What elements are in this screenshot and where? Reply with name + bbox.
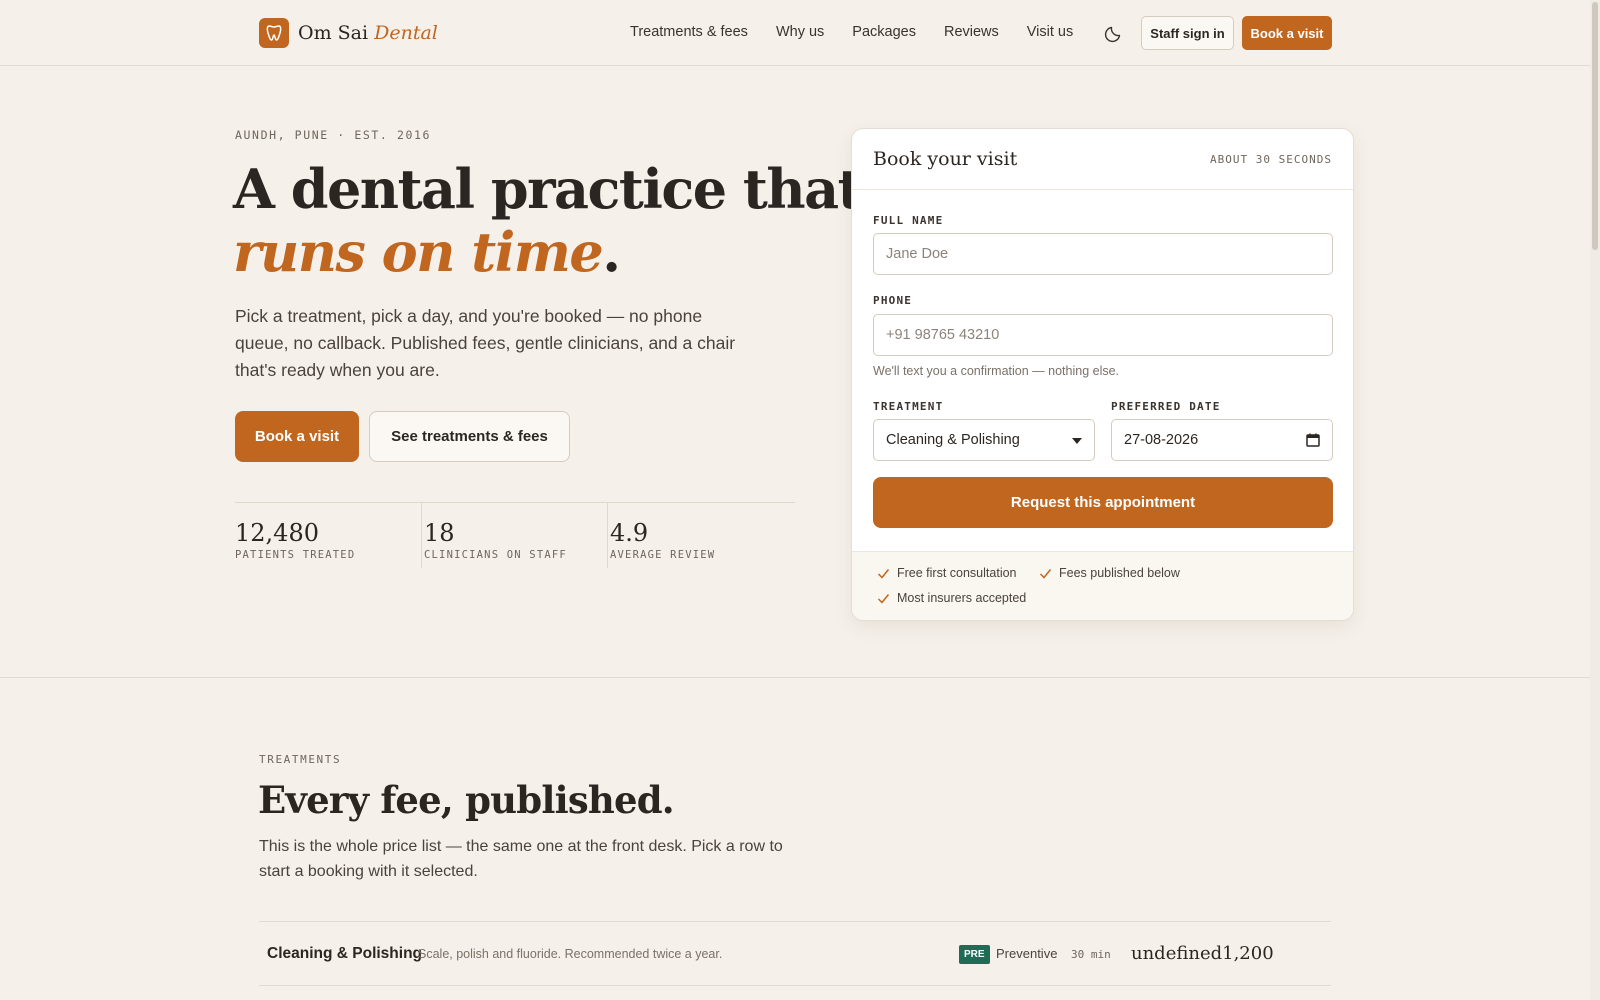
dark-mode-moon-icon[interactable] bbox=[1104, 23, 1124, 43]
header-book-visit-button[interactable]: Book a visit bbox=[1242, 16, 1332, 50]
treatment-description: Scale, polish and fluoride. Recommended … bbox=[418, 947, 723, 961]
stat-value: 12,480 bbox=[235, 519, 319, 547]
nav-packages[interactable]: Packages bbox=[852, 24, 916, 40]
full-name-input[interactable]: Jane Doe bbox=[873, 233, 1333, 275]
perk-label: Fees published below bbox=[1059, 566, 1180, 580]
nav-why-us[interactable]: Why us bbox=[776, 24, 824, 40]
brand-name: Om Sai Dental bbox=[298, 22, 438, 44]
perk-item: Free first consultation bbox=[877, 566, 1017, 580]
booking-card: Book your visit ABOUT 30 SECONDS FULL NA… bbox=[851, 128, 1354, 621]
hero-eyebrow: AUNDH, PUNE · EST. 2016 bbox=[235, 128, 432, 142]
treatment-price: undefined1,200 bbox=[1131, 943, 1274, 964]
scrollbar-thumb[interactable] bbox=[1592, 2, 1598, 250]
phone-input[interactable]: +91 98765 43210 bbox=[873, 314, 1333, 356]
phone-hint: We'll text you a confirmation — nothing … bbox=[873, 364, 1120, 378]
treatment-label: TREATMENT bbox=[873, 400, 944, 413]
perk-item: Most insurers accepted bbox=[877, 591, 1026, 605]
treatments-eyebrow: TREATMENTS bbox=[259, 753, 342, 766]
check-icon bbox=[877, 593, 890, 604]
stat-clinicians: 18 CLINICIANS ON STAFF bbox=[421, 503, 607, 568]
phone-label: PHONE bbox=[873, 294, 913, 307]
chevron-down-icon bbox=[1072, 438, 1082, 444]
preferred-date-value: 27-08-2026 bbox=[1124, 432, 1199, 448]
check-icon bbox=[1039, 568, 1052, 579]
category-badge: PRE bbox=[959, 945, 990, 964]
top-nav-bar: Om Sai Dental Treatments & fees Why us P… bbox=[0, 0, 1590, 66]
treatment-duration: 30 min bbox=[1071, 948, 1111, 961]
preferred-date-label: PREFERRED DATE bbox=[1111, 400, 1221, 413]
calendar-icon[interactable] bbox=[1306, 433, 1320, 447]
booking-perks: Free first consultation Fees published b… bbox=[852, 551, 1353, 620]
hero-description: Pick a treatment, pick a day, and you're… bbox=[235, 306, 736, 380]
perk-label: Most insurers accepted bbox=[897, 591, 1027, 605]
staff-sign-in-button[interactable]: Staff sign in bbox=[1141, 16, 1234, 50]
stat-label: PATIENTS TREATED bbox=[235, 549, 356, 561]
main-nav: Treatments & fees Why us Packages Review… bbox=[630, 24, 1073, 40]
tooth-icon bbox=[259, 18, 289, 48]
treatment-category: Preventive bbox=[996, 946, 1058, 961]
page-scrollbar[interactable] bbox=[1590, 0, 1600, 1000]
stat-value: 18 bbox=[424, 519, 455, 547]
booking-card-header: Book your visit ABOUT 30 SECONDS bbox=[852, 129, 1353, 190]
stat-label: CLINICIANS ON STAFF bbox=[424, 549, 567, 561]
nav-reviews[interactable]: Reviews bbox=[944, 24, 999, 40]
section-divider bbox=[0, 677, 1590, 678]
hero-title-line1: A dental practice that bbox=[233, 157, 863, 221]
treatment-select-value: Cleaning & Polishing bbox=[886, 432, 1020, 448]
stats-strip: 12,480 PATIENTS TREATED 18 CLINICIANS ON… bbox=[235, 502, 795, 568]
brand-logo[interactable]: Om Sai Dental bbox=[259, 18, 438, 48]
stat-patients: 12,480 PATIENTS TREATED bbox=[235, 503, 421, 568]
hero-title-accent: runs on time bbox=[233, 220, 604, 284]
request-appointment-button[interactable]: Request this appointment bbox=[873, 477, 1333, 528]
stat-review: 4.9 AVERAGE REVIEW bbox=[607, 503, 793, 568]
hero-title: A dental practice that runs on time. bbox=[233, 157, 863, 284]
see-treatments-button[interactable]: See treatments & fees bbox=[369, 411, 570, 462]
treatments-description: This is the whole price list — the same … bbox=[259, 838, 783, 880]
check-icon bbox=[877, 568, 890, 579]
treatment-name: Cleaning & Polishing bbox=[267, 945, 423, 962]
treatment-row[interactable]: Cleaning & Polishing Scale, polish and f… bbox=[259, 921, 1331, 986]
perk-item: Fees published below bbox=[1039, 566, 1180, 580]
stat-value: 4.9 bbox=[610, 519, 649, 547]
full-name-label: FULL NAME bbox=[873, 214, 944, 227]
booking-duration-note: ABOUT 30 SECONDS bbox=[1210, 153, 1332, 166]
treatments-title: Every fee, published. bbox=[258, 778, 675, 822]
treatment-select[interactable]: Cleaning & Polishing bbox=[873, 419, 1095, 461]
hero-book-visit-button[interactable]: Book a visit bbox=[235, 411, 359, 462]
perk-label: Free first consultation bbox=[897, 566, 1017, 580]
nav-visit-us[interactable]: Visit us bbox=[1027, 24, 1073, 40]
stat-label: AVERAGE REVIEW bbox=[610, 549, 716, 561]
booking-title: Book your visit bbox=[873, 148, 1018, 170]
hero-title-period: . bbox=[602, 220, 621, 284]
preferred-date-input[interactable]: 27-08-2026 bbox=[1111, 419, 1333, 461]
nav-treatments[interactable]: Treatments & fees bbox=[630, 24, 748, 40]
